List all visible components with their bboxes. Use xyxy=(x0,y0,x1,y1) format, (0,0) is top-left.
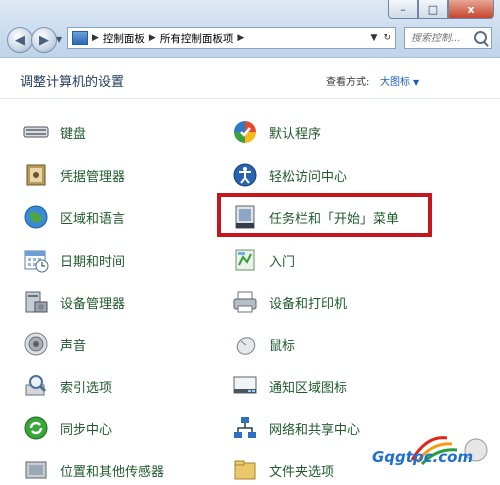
breadcrumb-separator-icon[interactable]: ▶ xyxy=(149,33,156,43)
item-sound[interactable]: 声音 xyxy=(22,329,86,359)
forward-arrow-icon: ▶ xyxy=(39,32,49,48)
item-label: 日期和时间 xyxy=(60,254,126,270)
address-bar[interactable]: ▶ 控制面板 ▶ 所有控制面板项 ▶ ▼ ↻ xyxy=(67,27,396,49)
item-sync-center[interactable]: 同步中心 xyxy=(22,413,112,443)
item-label: 同步中心 xyxy=(60,422,113,438)
window-controls: – □ x xyxy=(388,0,494,19)
view-by-value: 大图标 xyxy=(380,77,410,88)
item-credential-manager[interactable]: 凭据管理器 xyxy=(22,160,125,190)
item-label: 设备管理器 xyxy=(60,296,126,312)
item-label: 文件夹选项 xyxy=(269,464,335,480)
highlight-box xyxy=(217,193,432,237)
watermark-text: Gqgtpc.com xyxy=(372,448,474,466)
calendar-clock-icon xyxy=(22,246,50,274)
getting-started-icon xyxy=(231,246,259,274)
item-label: 键盘 xyxy=(60,126,87,142)
recent-pages-dropdown-icon[interactable]: ▼ xyxy=(56,35,62,44)
window-chrome: – □ x ◀ ▶ ▼ ▶ 控制面板 ▶ 所有控制面板项 ▶ ▼ ↻ xyxy=(0,0,500,58)
forward-button[interactable]: ▶ xyxy=(31,27,57,53)
keyboard-icon xyxy=(22,118,50,146)
item-location-sensors[interactable]: 位置和其他传感器 xyxy=(22,455,164,485)
item-keyboard[interactable]: 键盘 xyxy=(22,117,86,147)
network-icon xyxy=(231,414,259,442)
breadcrumb-control-panel[interactable]: 控制面板 xyxy=(103,31,145,46)
divider xyxy=(0,98,500,99)
item-date-time[interactable]: 日期和时间 xyxy=(22,245,125,275)
speaker-icon xyxy=(22,330,50,358)
item-label: 鼠标 xyxy=(269,338,296,354)
maximize-button[interactable]: □ xyxy=(418,0,448,19)
device-manager-icon xyxy=(22,288,50,316)
folder-options-icon xyxy=(231,456,259,484)
sensor-icon xyxy=(22,456,50,484)
item-default-programs[interactable]: 默认程序 xyxy=(231,117,321,147)
view-by-dropdown[interactable]: 大图标 ▼ xyxy=(380,73,419,88)
breadcrumb-all-items[interactable]: 所有控制面板项 xyxy=(160,31,234,46)
item-mouse[interactable]: 鼠标 xyxy=(231,329,295,359)
item-device-manager[interactable]: 设备管理器 xyxy=(22,287,125,317)
item-label: 默认程序 xyxy=(269,126,322,142)
notification-area-icon xyxy=(231,372,259,400)
printer-icon xyxy=(231,288,259,316)
watermark: Gqgtpc.com xyxy=(372,430,492,470)
item-label: 入门 xyxy=(269,254,296,270)
ease-of-access-icon xyxy=(231,161,259,189)
item-label: 网络和共享中心 xyxy=(269,422,361,438)
refresh-icon[interactable]: ↻ xyxy=(383,33,391,43)
view-by-label: 查看方式: xyxy=(326,77,370,88)
item-label: 索引选项 xyxy=(60,380,113,396)
chevron-down-icon: ▼ xyxy=(413,78,420,87)
item-devices-printers[interactable]: 设备和打印机 xyxy=(231,287,347,317)
item-notification-area[interactable]: 通知区域图标 xyxy=(231,371,347,401)
default-programs-icon xyxy=(231,118,259,146)
item-network-sharing[interactable]: 网络和共享中心 xyxy=(231,413,360,443)
control-panel-icon xyxy=(72,31,88,45)
item-folder-options[interactable]: 文件夹选项 xyxy=(231,455,334,485)
item-ease-of-access[interactable]: 轻松访问中心 xyxy=(231,160,347,190)
breadcrumb-separator-icon[interactable]: ▶ xyxy=(92,33,99,43)
sync-icon xyxy=(22,414,50,442)
item-label: 轻松访问中心 xyxy=(269,169,348,185)
credential-manager-icon xyxy=(22,161,50,189)
item-label: 声音 xyxy=(60,338,87,354)
item-label: 位置和其他传感器 xyxy=(60,464,165,480)
search-icon[interactable] xyxy=(474,31,487,44)
close-button[interactable]: x xyxy=(448,0,494,19)
globe-icon xyxy=(22,203,50,231)
mouse-icon xyxy=(231,330,259,358)
address-dropdown-icon[interactable]: ▼ xyxy=(371,33,378,43)
page-title: 调整计算机的设置 xyxy=(20,75,125,90)
search-input[interactable] xyxy=(411,32,477,44)
item-getting-started[interactable]: 入门 xyxy=(231,245,295,275)
item-region-language[interactable]: 区域和语言 xyxy=(22,202,125,232)
breadcrumb-separator-icon[interactable]: ▶ xyxy=(237,33,244,43)
back-arrow-icon: ◀ xyxy=(15,32,25,48)
item-label: 通知区域图标 xyxy=(269,380,348,396)
index-options-icon xyxy=(22,372,50,400)
item-label: 设备和打印机 xyxy=(269,296,348,312)
item-label: 区域和语言 xyxy=(60,211,126,227)
back-button[interactable]: ◀ xyxy=(7,27,33,53)
search-box[interactable] xyxy=(404,27,492,49)
item-label: 凭据管理器 xyxy=(60,169,126,185)
item-index-options[interactable]: 索引选项 xyxy=(22,371,112,401)
minimize-button[interactable]: – xyxy=(388,0,418,19)
